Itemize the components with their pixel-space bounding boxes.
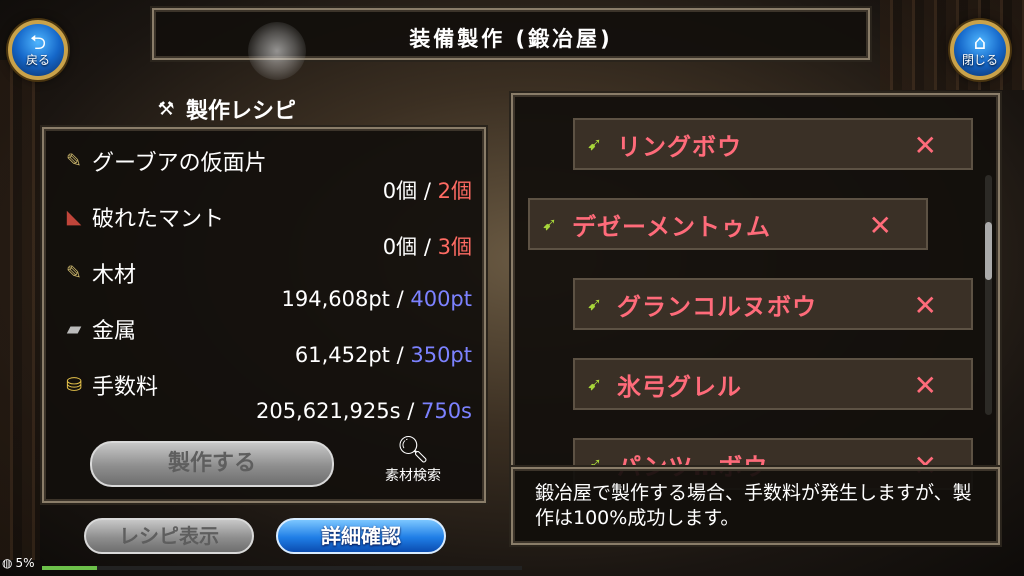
material-quantity: 205,621,925s / 750s	[255, 399, 472, 423]
material-name: 手数料	[92, 375, 159, 400]
close-button[interactable]: ⌂ 閉じる	[950, 20, 1010, 80]
material-name: 破れたマント	[92, 207, 225, 232]
weapon-list-item[interactable]: ➹ グランコルヌボウ ✕	[573, 278, 973, 330]
coin-icon: ⛁	[66, 374, 82, 396]
weapon-list-scroll-thumb[interactable]	[985, 222, 992, 280]
weapon-name: デゼーメントゥム	[572, 212, 772, 241]
metal-icon: ▰	[66, 318, 82, 340]
torn-cloak-icon: ◣	[66, 206, 82, 228]
detail-confirm-label: 詳細確認	[321, 524, 401, 548]
weapon-list-item[interactable]: ➹ リングボウ ✕	[573, 118, 973, 170]
bow-fragment-icon: ✎	[66, 150, 82, 172]
recipe-view-button[interactable]: レシピ表示	[84, 518, 254, 554]
back-button[interactable]: ⮌ 戻る	[8, 20, 68, 80]
back-label: 戻る	[25, 53, 50, 67]
anvil-icon: ⚒	[157, 98, 175, 120]
back-arrow-icon: ⮌	[29, 30, 47, 54]
info-text: 鍛冶屋で製作する場合、手数料が発生しますが、製作は100%成功します。	[535, 482, 972, 529]
material-search-label: 素材検索	[385, 468, 441, 484]
bow-icon: ➹	[587, 133, 603, 155]
cross-mark-icon: ✕	[913, 369, 937, 402]
recipe-header: ⚒ 製作レシピ	[154, 94, 296, 124]
material-name: グーブアの仮面片	[92, 151, 267, 176]
weapon-list-scrollbar[interactable]	[985, 175, 992, 415]
craft-button[interactable]: 製作する	[90, 441, 334, 487]
weapon-name: リングボウ	[617, 132, 742, 161]
recipe-view-label: レシピ表示	[119, 524, 219, 548]
bow-icon: ➹	[587, 373, 603, 395]
detail-confirm-button[interactable]: 詳細確認	[276, 518, 446, 554]
bow-icon: ➹	[587, 293, 603, 315]
close-label: 閉じる	[961, 53, 998, 67]
virtual-joystick[interactable]	[248, 22, 306, 80]
cross-mark-icon: ✕	[913, 129, 937, 162]
wood-icon: ✎	[66, 262, 82, 284]
weapon-list-item-selected[interactable]: ➹ デゼーメントゥム ✕	[528, 198, 928, 250]
status-percent: 5%	[15, 556, 35, 570]
material-quantity: 61,452pt / 350pt	[294, 343, 472, 367]
weapon-name: グランコルヌボウ	[617, 292, 817, 321]
home-icon: ⌂	[973, 30, 987, 54]
recipe-panel: ✎ グーブアの仮面片 0個 / 2個 ◣ 破れたマント 0個 / 3個 ✎ 木材…	[42, 127, 486, 503]
progress-bar	[42, 566, 522, 570]
magnifier-icon: 🔍︎	[396, 435, 430, 465]
cross-mark-icon: ✕	[913, 289, 937, 322]
globe-icon: ◍	[2, 556, 13, 570]
craft-button-label: 製作する	[167, 451, 256, 476]
progress-fill	[42, 566, 97, 570]
info-panel: 鍛冶屋で製作する場合、手数料が発生しますが、製作は100%成功します。	[511, 467, 1000, 545]
material-search-button[interactable]: 🔍︎ 素材検索	[370, 435, 456, 495]
cross-mark-icon: ✕	[868, 209, 892, 242]
material-quantity: 194,608pt / 400pt	[281, 287, 472, 311]
weapon-list-item[interactable]: ➹ 氷弓グレル ✕	[573, 358, 973, 410]
material-quantity: 0個 / 3個	[382, 235, 472, 259]
material-quantity: 0個 / 2個	[382, 179, 472, 203]
background-bookshelf-left	[0, 60, 40, 560]
bow-icon: ➹	[542, 213, 558, 235]
material-name: 金属	[92, 319, 137, 344]
material-name: 木材	[92, 263, 137, 288]
recipe-title: 製作レシピ	[186, 99, 297, 124]
weapon-name: 氷弓グレル	[617, 372, 742, 401]
status-indicator: ◍ 5%	[2, 556, 35, 570]
